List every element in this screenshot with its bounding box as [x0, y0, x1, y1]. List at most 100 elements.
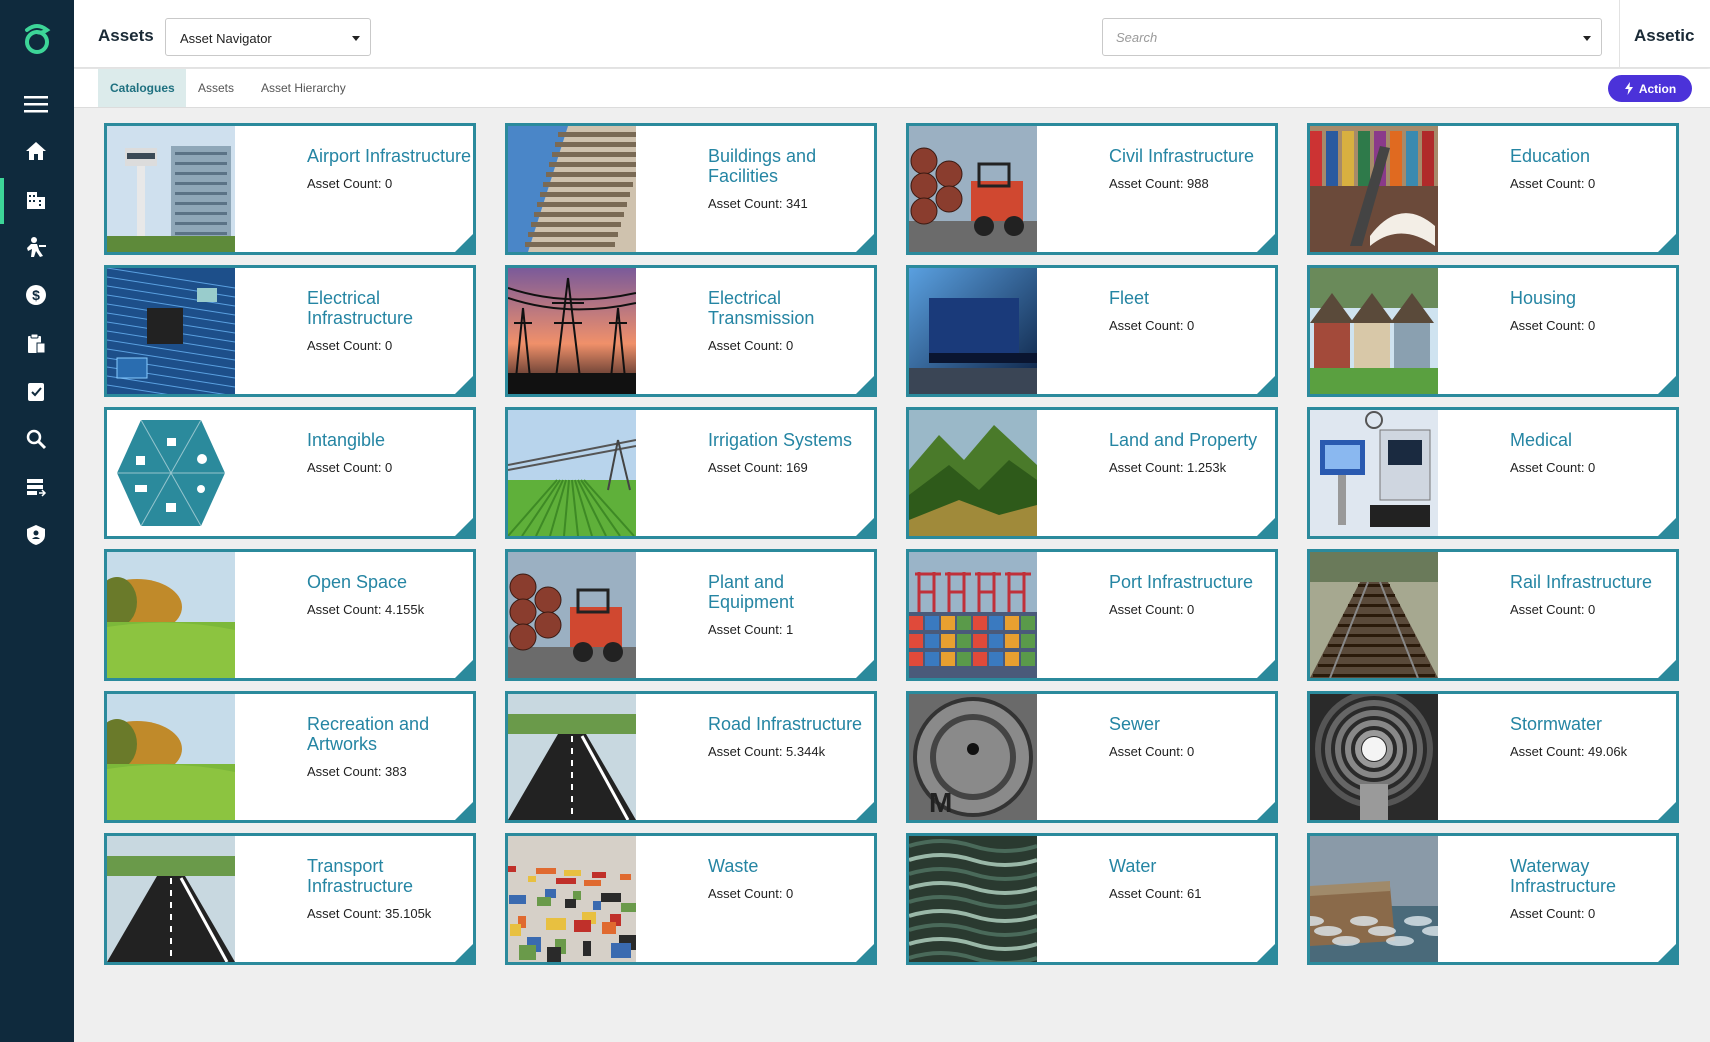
pipe-tunnel-image: [1310, 694, 1438, 820]
asset-count: Asset Count: 0: [307, 176, 393, 191]
asset-count: Asset Count: 0: [1109, 318, 1195, 333]
forklift-pipes-image: [909, 126, 1037, 252]
asset-count: Asset Count: 0: [307, 338, 393, 353]
card-corner-tab: [1255, 516, 1275, 536]
asset-count: Asset Count: 0: [1510, 460, 1596, 475]
hexagon-icons-image: [107, 410, 235, 536]
asset-count: Asset Count: 1.253k: [1109, 460, 1227, 475]
catalogue-card-medical[interactable]: Medical Asset Count: 0: [1307, 407, 1679, 539]
catalogue-card-stormwater[interactable]: Stormwater Asset Count: 49.06k: [1307, 691, 1679, 823]
catalogue-name: Transport Infrastructure: [307, 856, 414, 896]
tab-asset-hierarchy[interactable]: Asset Hierarchy: [249, 69, 358, 107]
search-icon[interactable]: [22, 425, 50, 453]
asset-count: Asset Count: 0: [1109, 744, 1195, 759]
rail-tracks-image: [1310, 552, 1438, 678]
catalogue-name: Stormwater: [1510, 714, 1603, 734]
catalogue-card-electrical-transmission[interactable]: Electrical Transmission Asset Count: 0: [505, 265, 877, 397]
data-icon[interactable]: [22, 473, 50, 501]
worker-icon[interactable]: [22, 233, 50, 261]
catalogue-name: Electrical Transmission: [708, 288, 815, 328]
catalogue-card-waste[interactable]: Waste Asset Count: 0: [505, 833, 877, 965]
catalogue-name: Port Infrastructure: [1109, 572, 1254, 592]
asset-count: Asset Count: 1: [708, 622, 794, 637]
sidebar: $: [0, 0, 74, 1042]
meadow-image: [107, 694, 235, 820]
buildings-icon[interactable]: [22, 185, 50, 213]
svg-text:$: $: [32, 287, 40, 303]
truck-image: [909, 268, 1037, 394]
catalogue-card-recreation-and-artworks[interactable]: Recreation and Artworks Asset Count: 383: [104, 691, 476, 823]
card-corner-tab: [1255, 942, 1275, 962]
asset-count: Asset Count: 0: [1510, 602, 1596, 617]
catalogue-name: Water: [1109, 856, 1157, 876]
asset-count: Asset Count: 169: [708, 460, 808, 475]
catalogue-name: Sewer: [1109, 714, 1161, 734]
catalogue-card-land-and-property[interactable]: Land and Property Asset Count: 1.253k: [906, 407, 1278, 539]
finance-icon[interactable]: $: [22, 281, 50, 309]
card-corner-tab: [453, 942, 473, 962]
card-corner-tab: [453, 374, 473, 394]
catalogue-card-plant-and-equipment[interactable]: Plant and Equipment Asset Count: 1: [505, 549, 877, 681]
card-corner-tab: [1656, 516, 1676, 536]
forklift-pipes-image: [508, 552, 636, 678]
search-input[interactable]: [1103, 19, 1573, 55]
asset-count: Asset Count: 5.344k: [708, 744, 826, 759]
action-button[interactable]: Action: [1608, 75, 1692, 102]
catalogue-card-rail-infrastructure[interactable]: Rail Infrastructure Asset Count: 0: [1307, 549, 1679, 681]
catalogue-card-open-space[interactable]: Open Space Asset Count: 4.155k: [104, 549, 476, 681]
asset-navigator-value: Asset Navigator: [180, 31, 272, 46]
clipboard-icon[interactable]: [22, 329, 50, 357]
asset-count: Asset Count: 988: [1109, 176, 1209, 191]
svg-text:M: M: [929, 787, 952, 818]
catalogue-card-waterway-infrastructure[interactable]: Waterway Infrastructure Asset Count: 0: [1307, 833, 1679, 965]
shield-icon[interactable]: [22, 521, 50, 549]
catalogue-card-port-infrastructure[interactable]: Port Infrastructure Asset Count: 0: [906, 549, 1278, 681]
card-corner-tab: [854, 516, 874, 536]
catalogue-card-road-infrastructure[interactable]: Road Infrastructure Asset Count: 5.344k: [505, 691, 877, 823]
task-icon[interactable]: [22, 377, 50, 405]
catalogue-name: Plant and Equipment: [708, 572, 795, 612]
building-image: [508, 126, 636, 252]
catalogue-card-fleet[interactable]: Fleet Asset Count: 0: [906, 265, 1278, 397]
catalogue-card-water[interactable]: Water Asset Count: 61: [906, 833, 1278, 965]
catalogue-card-electrical-infrastructure[interactable]: Electrical Infrastructure Asset Count: 0: [104, 265, 476, 397]
card-corner-tab: [854, 800, 874, 820]
catalogue-card-education[interactable]: Education Asset Count: 0: [1307, 123, 1679, 255]
sea-wall-image: [1310, 836, 1438, 962]
catalogue-name: Buildings and Facilities: [708, 146, 817, 186]
assetic-logo-icon[interactable]: [19, 20, 55, 60]
catalogue-name: Intangible: [307, 430, 386, 450]
card-corner-tab: [1656, 232, 1676, 252]
asset-count: Asset Count: 4.155k: [307, 602, 425, 617]
asset-navigator-select[interactable]: Asset Navigator: [165, 18, 371, 56]
catalogue-card-intangible[interactable]: Intangible Asset Count: 0: [104, 407, 476, 539]
catalogue-card-sewer[interactable]: M Sewer Asset Count: 0: [906, 691, 1278, 823]
catalogue-name: Electrical Infrastructure: [307, 288, 414, 328]
asset-count: Asset Count: 0: [1510, 318, 1596, 333]
catalogue-card-buildings-and-facilities[interactable]: Buildings and Facilities Asset Count: 341: [505, 123, 877, 255]
home-icon[interactable]: [22, 137, 50, 165]
card-corner-tab: [1255, 658, 1275, 678]
card-corner-tab: [1656, 800, 1676, 820]
top-header: Assets Asset Navigator Assetic: [74, 0, 1710, 68]
houses-image: [1310, 268, 1438, 394]
tab-catalogues[interactable]: Catalogues: [98, 69, 186, 107]
card-corner-tab: [1255, 374, 1275, 394]
header-divider: [1619, 0, 1620, 68]
catalogue-card-transport-infrastructure[interactable]: Transport Infrastructure Asset Count: 35.…: [104, 833, 476, 965]
search-chevron-down-icon[interactable]: [1583, 36, 1591, 41]
tab-assets[interactable]: Assets: [186, 69, 246, 107]
catalogue-name: Civil Infrastructure: [1109, 146, 1255, 166]
catalogue-card-civil-infrastructure[interactable]: Civil Infrastructure Asset Count: 988: [906, 123, 1278, 255]
water-image: [909, 836, 1037, 962]
mountains-image: [909, 410, 1037, 536]
catalogue-name: Education: [1510, 146, 1591, 166]
catalogue-name: Airport Infrastructure: [307, 146, 472, 166]
asset-count: Asset Count: 49.06k: [1510, 744, 1628, 759]
search-field[interactable]: [1102, 18, 1602, 56]
catalogue-card-housing[interactable]: Housing Asset Count: 0: [1307, 265, 1679, 397]
catalogue-card-airport-infrastructure[interactable]: Airport Infrastructure Asset Count: 0: [104, 123, 476, 255]
catalogue-card-irrigation-systems[interactable]: Irrigation Systems Asset Count: 169: [505, 407, 877, 539]
medical-equipment-image: [1310, 410, 1438, 536]
menu-icon[interactable]: [22, 90, 50, 118]
